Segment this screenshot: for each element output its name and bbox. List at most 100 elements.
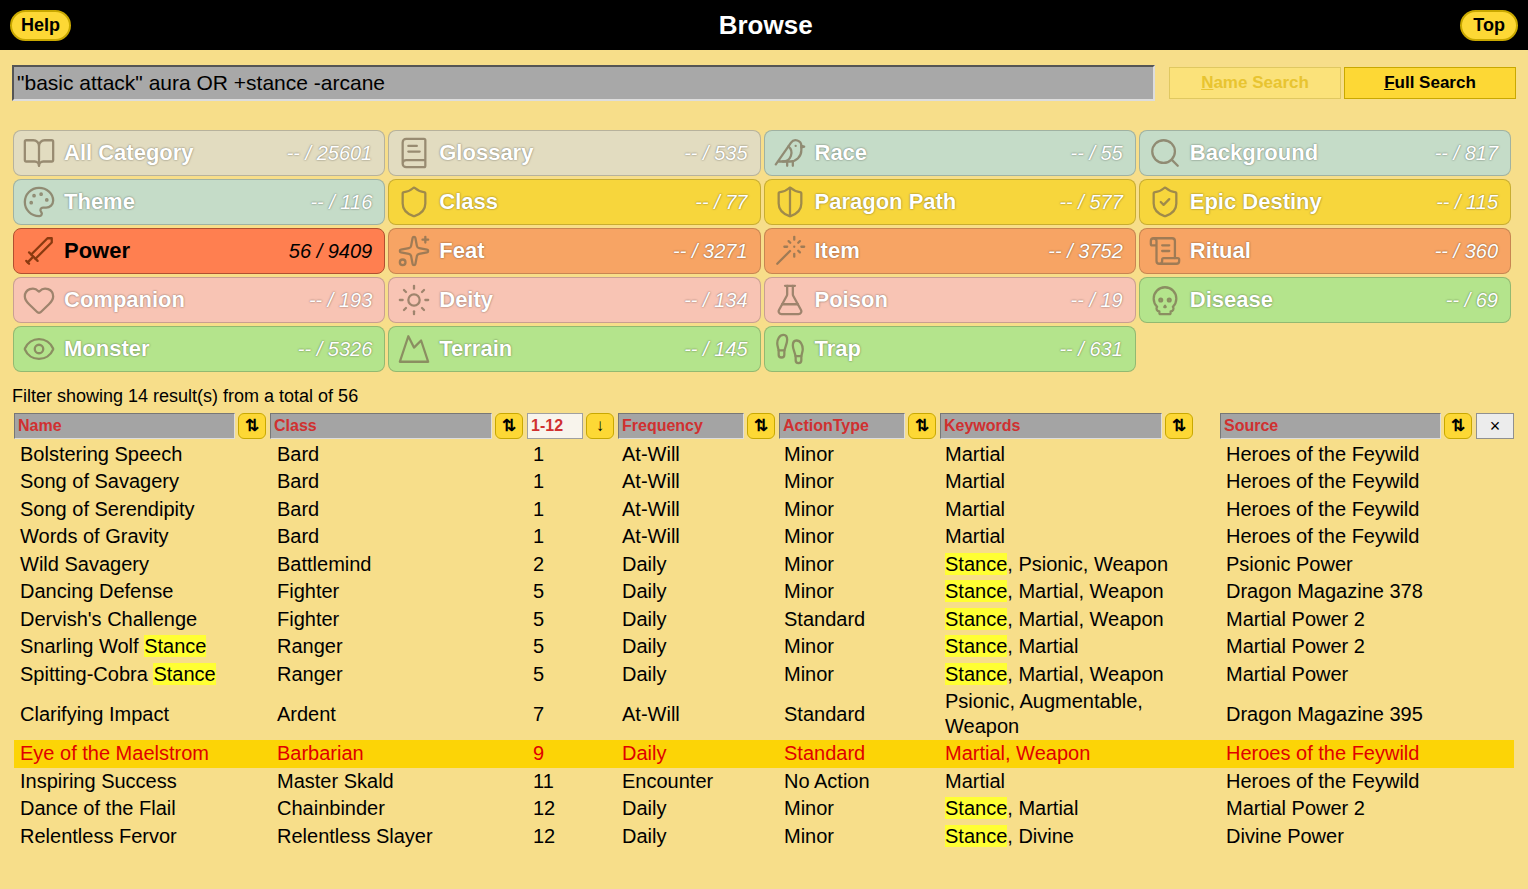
action-cell: Minor <box>779 551 940 578</box>
category-tile[interactable]: All Category-- / 25601 <box>13 130 385 176</box>
table-row[interactable]: Dance of the FlailChainbinder12DailyMino… <box>14 795 1514 823</box>
table-row[interactable]: Clarifying ImpactArdent7At-WillStandardP… <box>14 688 1514 740</box>
cell-text: Song of Savagery <box>20 470 179 492</box>
table-row[interactable]: Song of SavageryBard1At-WillMinorMartial… <box>14 468 1514 496</box>
table-row[interactable]: Dervish's ChallengeFighter5DailyStandard… <box>14 606 1514 634</box>
category-tile[interactable]: Power 56 / 9409 <box>13 228 385 274</box>
column-label: Name <box>14 413 235 439</box>
sort-button[interactable]: ↓ <box>586 413 614 439</box>
column-label: Keywords <box>940 413 1162 439</box>
category-count: -- / 19 <box>1071 285 1127 315</box>
category-tile[interactable]: Background-- / 817 <box>1139 130 1511 176</box>
search-field[interactable]: "basic attack" aura OR +stance -arcane <box>12 65 1155 101</box>
keywords-cell: Martial <box>940 523 1220 550</box>
category-tile[interactable]: Paragon Path-- / 577 <box>764 179 1136 225</box>
category-icon <box>773 283 807 317</box>
search-match: Stance <box>945 580 1007 602</box>
table-row[interactable]: Spitting-Cobra StanceRanger5DailyMinorSt… <box>14 661 1514 689</box>
category-count: -- / 577 <box>1059 187 1126 217</box>
table-row[interactable]: Bolstering SpeechBard1At-WillMinorMartia… <box>14 441 1514 469</box>
keywords-cell: Stance, Psionic, Weapon <box>940 551 1220 578</box>
search-mode-button[interactable]: Full Search <box>1344 67 1516 99</box>
frequency-cell: Encounter <box>618 768 779 795</box>
sort-button[interactable]: ⇅ <box>1444 413 1472 439</box>
cell-text: Dancing Defense <box>20 580 173 602</box>
table-row[interactable]: Dancing DefenseFighter5DailyMinorStance,… <box>14 578 1514 606</box>
table-row[interactable]: Snarling Wolf StanceRanger5DailyMinorSta… <box>14 633 1514 661</box>
cell-text: Clarifying Impact <box>20 703 169 725</box>
frequency-cell: At-Will <box>618 523 779 550</box>
sort-button[interactable]: ⇅ <box>238 413 266 439</box>
cell-text: Snarling Wolf <box>20 635 144 657</box>
category-count: -- / 5326 <box>298 334 376 364</box>
table-row[interactable]: Wild SavageryBattlemind2DailyMinorStance… <box>14 551 1514 579</box>
category-count: -- / 193 <box>309 285 376 315</box>
source-cell: Dragon Magazine 378 <box>1220 578 1476 605</box>
level-filter-field[interactable]: 1-12 <box>527 413 583 439</box>
category-count: -- / 631 <box>1059 334 1126 364</box>
sort-button[interactable]: ⇅ <box>747 413 775 439</box>
cell-text: , Martial, Weapon <box>1007 608 1163 630</box>
category-tile[interactable]: Ritual-- / 360 <box>1139 228 1511 274</box>
category-tile[interactable]: Monster-- / 5326 <box>13 326 385 372</box>
clear-filter-button[interactable]: × <box>1476 413 1514 439</box>
frequency-cell: Daily <box>618 606 779 633</box>
category-tile[interactable]: Race-- / 55 <box>764 130 1136 176</box>
category-icon <box>1148 234 1182 268</box>
column-header: Frequency⇅ <box>618 413 779 439</box>
category-tile[interactable]: Theme-- / 116 <box>13 179 385 225</box>
name-cell: Inspiring Success <box>14 768 270 795</box>
category-tile[interactable]: Disease-- / 69 <box>1139 277 1511 323</box>
frequency-cell: Daily <box>618 740 779 767</box>
column-header: ActionType⇅ <box>779 413 940 439</box>
category-label: Deity <box>439 283 676 316</box>
frequency-cell: At-Will <box>618 496 779 523</box>
category-label: Power <box>64 234 281 267</box>
category-tile[interactable]: Poison-- / 19 <box>764 277 1136 323</box>
column-label: Class <box>270 413 492 439</box>
cell-text: , Psionic, Weapon <box>1007 553 1168 575</box>
sort-button[interactable]: ⇅ <box>908 413 936 439</box>
level-cell: 5 <box>527 661 618 688</box>
table-row[interactable]: Song of SerendipityBard1At-WillMinorMart… <box>14 496 1514 524</box>
table-row[interactable]: Words of GravityBard1At-WillMinorMartial… <box>14 523 1514 551</box>
category-icon <box>773 234 807 268</box>
level-cell: 2 <box>527 551 618 578</box>
keywords-cell: Psionic, Augmentable, Weapon <box>940 688 1220 740</box>
category-tile[interactable]: Feat-- / 3271 <box>388 228 760 274</box>
source-cell: Dragon Magazine 395 <box>1220 701 1476 728</box>
category-icon <box>397 185 431 219</box>
table-row[interactable]: Relentless FervorRelentless Slayer12Dail… <box>14 823 1514 851</box>
action-cell: Standard <box>779 606 940 633</box>
category-label: Class <box>439 185 687 218</box>
category-count: 56 / 9409 <box>289 236 376 266</box>
category-tile[interactable]: Glossary-- / 535 <box>388 130 760 176</box>
table-row[interactable]: Eye of the MaelstromBarbarian9DailyStand… <box>14 740 1514 768</box>
search-row: "basic attack" aura OR +stance -arcaneNa… <box>0 50 1528 101</box>
help-button[interactable]: Help <box>10 10 71 41</box>
sort-button[interactable]: ⇅ <box>495 413 523 439</box>
name-cell: Dervish's Challenge <box>14 606 270 633</box>
page-title: Browse <box>719 6 813 45</box>
frequency-cell: Daily <box>618 578 779 605</box>
keywords-cell: Stance, Martial, Weapon <box>940 578 1220 605</box>
sort-button[interactable]: ⇅ <box>1165 413 1193 439</box>
category-count: -- / 55 <box>1071 138 1127 168</box>
category-grid: All Category-- / 25601Glossary-- / 535Ra… <box>0 130 1528 372</box>
frequency-cell: At-Will <box>618 701 779 728</box>
category-tile[interactable]: Terrain-- / 145 <box>388 326 760 372</box>
category-tile[interactable]: Item-- / 3752 <box>764 228 1136 274</box>
category-tile[interactable]: Companion-- / 193 <box>13 277 385 323</box>
frequency-cell: Daily <box>618 661 779 688</box>
category-tile[interactable]: Class-- / 77 <box>388 179 760 225</box>
top-button[interactable]: Top <box>1460 10 1518 41</box>
column-header: Source⇅ <box>1220 413 1476 439</box>
class-cell: Fighter <box>270 606 527 633</box>
category-tile[interactable]: Epic Destiny-- / 115 <box>1139 179 1511 225</box>
cell-text: Martial <box>945 770 1005 792</box>
table-row[interactable]: Inspiring SuccessMaster Skald11Encounter… <box>14 768 1514 796</box>
cell-text: Martial, Weapon <box>945 742 1090 764</box>
category-tile[interactable]: Trap-- / 631 <box>764 326 1136 372</box>
results-table: Name⇅Class⇅1-12↓Frequency⇅ActionType⇅Key… <box>14 413 1514 851</box>
category-tile[interactable]: Deity-- / 134 <box>388 277 760 323</box>
